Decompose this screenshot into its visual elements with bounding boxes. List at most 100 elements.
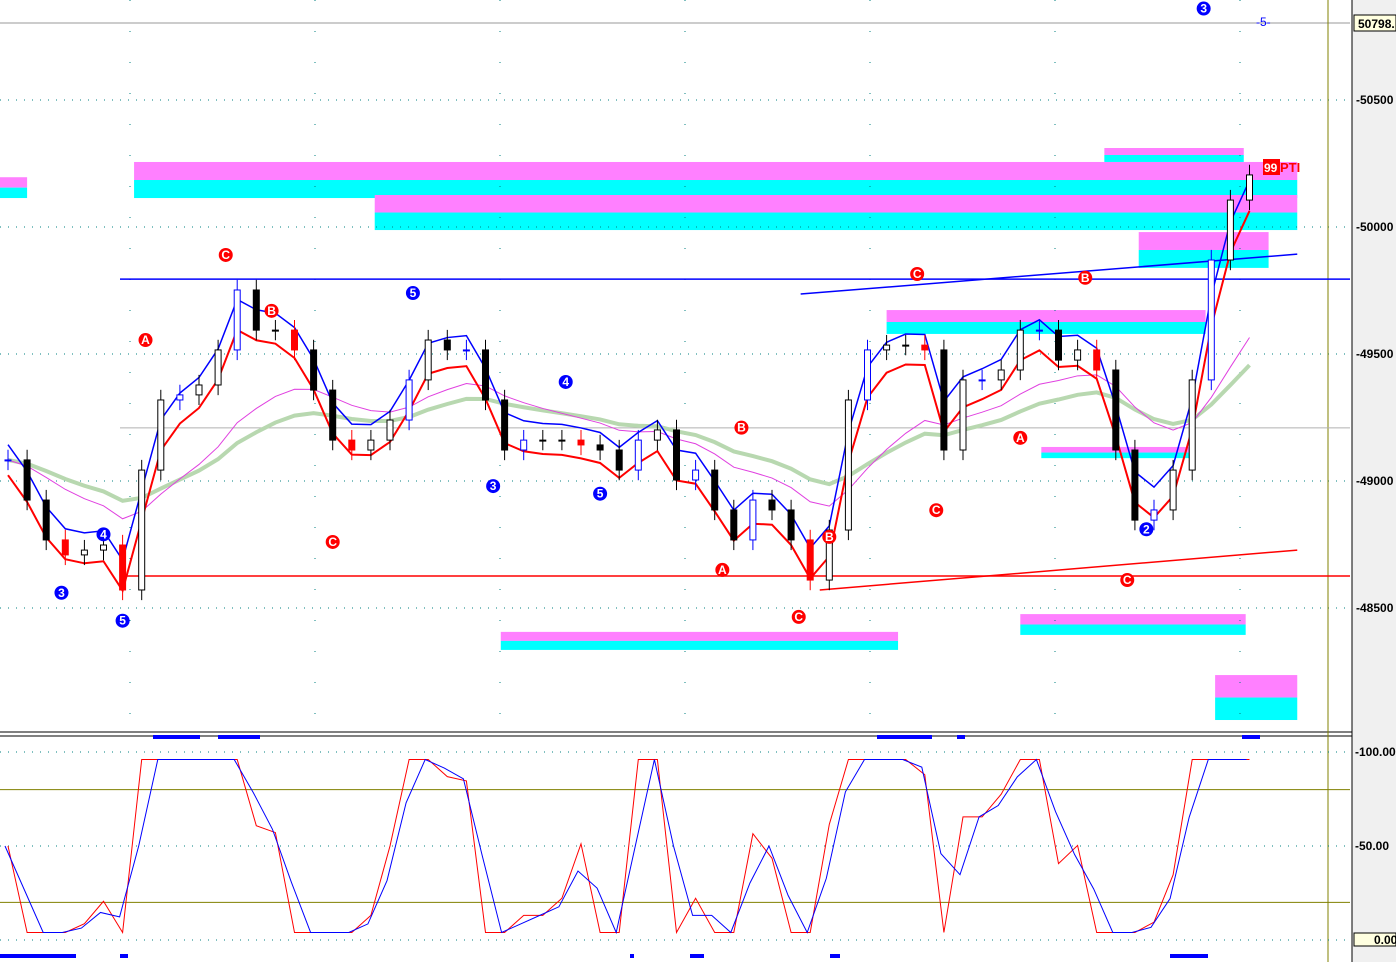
oscillator-tick-label: -100.00 (1355, 745, 1396, 759)
candle-body (577, 439, 585, 446)
candle-body (1226, 199, 1234, 261)
oscillator-current-label: 0.00 (1374, 933, 1396, 947)
signal-bar (690, 954, 704, 958)
candle-body (558, 439, 566, 442)
candle-body (959, 379, 967, 451)
candle-body (176, 394, 184, 401)
wave-label: C (221, 248, 230, 262)
zone-supply (374, 194, 1298, 213)
candle-body (348, 439, 356, 451)
candle-body (252, 289, 260, 331)
zone-demand (1104, 154, 1244, 162)
wave-label: 5 (119, 614, 126, 628)
zone-supply (1138, 232, 1269, 250)
stoch-k-line (4, 758, 1247, 935)
annotation-pti: PTI (1280, 160, 1300, 175)
wave-label: B (737, 421, 746, 435)
candle-body (692, 469, 700, 481)
wave-label: C (1123, 573, 1132, 587)
oscillator-tick-label: -50.00 (1355, 839, 1389, 853)
wave-label: 3 (1200, 2, 1207, 16)
zone-demand (886, 321, 1206, 334)
price-tick-label: -49000 (1356, 474, 1394, 488)
candle-body (1055, 329, 1062, 361)
zone-demand (0, 187, 28, 199)
zone-supply (500, 631, 899, 641)
candle-body (634, 439, 642, 471)
candle-body (596, 444, 604, 451)
candle-body (310, 349, 318, 391)
wave-label: 2 (1143, 522, 1150, 536)
wave-label: B (267, 304, 276, 318)
candle-body (367, 439, 375, 451)
candle-body (653, 429, 661, 441)
price-tick-label: -48500 (1356, 601, 1394, 615)
annotation-99: 99 (1264, 161, 1278, 175)
candle-body (214, 349, 222, 386)
candle-body (997, 369, 1005, 381)
current-price-label: 50798. (1358, 17, 1395, 31)
candle-body (1169, 469, 1177, 511)
wave-label: C (328, 535, 337, 549)
candle-body (271, 329, 279, 332)
zone-demand (1215, 697, 1298, 721)
signal-bar (630, 954, 634, 958)
wave-label: A (1016, 431, 1025, 445)
zone-supply (1215, 675, 1298, 698)
signal-bar (153, 735, 200, 739)
candle-body (844, 399, 852, 531)
candle-body (482, 349, 489, 401)
price-tick-label: -50500 (1356, 93, 1394, 107)
signal-bar (877, 735, 932, 739)
zone-demand (1041, 452, 1193, 459)
candle-body (768, 499, 776, 511)
candle-body (386, 419, 394, 441)
signal-bar (1242, 735, 1260, 739)
candle-body (157, 399, 165, 471)
candle-body (1112, 369, 1120, 451)
candle-body (501, 399, 509, 451)
price-axis: -50500 -50000 -49500 -49000 -48500 50798. -100… (0, 0, 1396, 962)
wave-label: 3 (490, 479, 497, 493)
candle-body (787, 509, 795, 541)
wave-label: 5 (410, 286, 417, 300)
candle-body (539, 439, 547, 442)
candle-body (1093, 349, 1101, 371)
candle-body (23, 459, 31, 501)
candle-body (195, 384, 203, 396)
zone-supply (0, 177, 28, 188)
candle-body (1035, 329, 1043, 332)
candle-body (1150, 509, 1158, 521)
wave-label: A (141, 333, 150, 347)
zone-supply (134, 161, 1298, 181)
candle-body (978, 379, 986, 382)
wave-label: 4 (100, 527, 107, 541)
candle-body (940, 349, 948, 451)
price-tick-label: -49500 (1356, 347, 1394, 361)
candle-body (806, 539, 814, 581)
wave-label: C (932, 503, 941, 517)
signal-bar (0, 954, 76, 958)
band-upper-line (7, 180, 1251, 562)
zone-demand (374, 212, 1298, 231)
candle-body (1016, 329, 1024, 371)
wave-label: A (718, 563, 727, 577)
zone-supply (886, 310, 1206, 322)
candle-body (921, 344, 929, 351)
candle-body (233, 289, 241, 351)
signal-bar (957, 735, 965, 739)
candle-body (902, 344, 910, 347)
wave-label: 5 (597, 487, 604, 501)
candle-body (673, 429, 680, 481)
candle-body (615, 449, 623, 471)
candle-body (520, 439, 528, 451)
zone-supply (1104, 148, 1244, 155)
candle-body (749, 499, 757, 541)
candle-body (424, 339, 432, 381)
signal-bar (218, 735, 260, 739)
signal-bar (1170, 954, 1208, 958)
candle-body (864, 349, 871, 401)
candle-body (119, 544, 127, 591)
zone-supply (1020, 614, 1246, 625)
candle-body (730, 509, 738, 541)
